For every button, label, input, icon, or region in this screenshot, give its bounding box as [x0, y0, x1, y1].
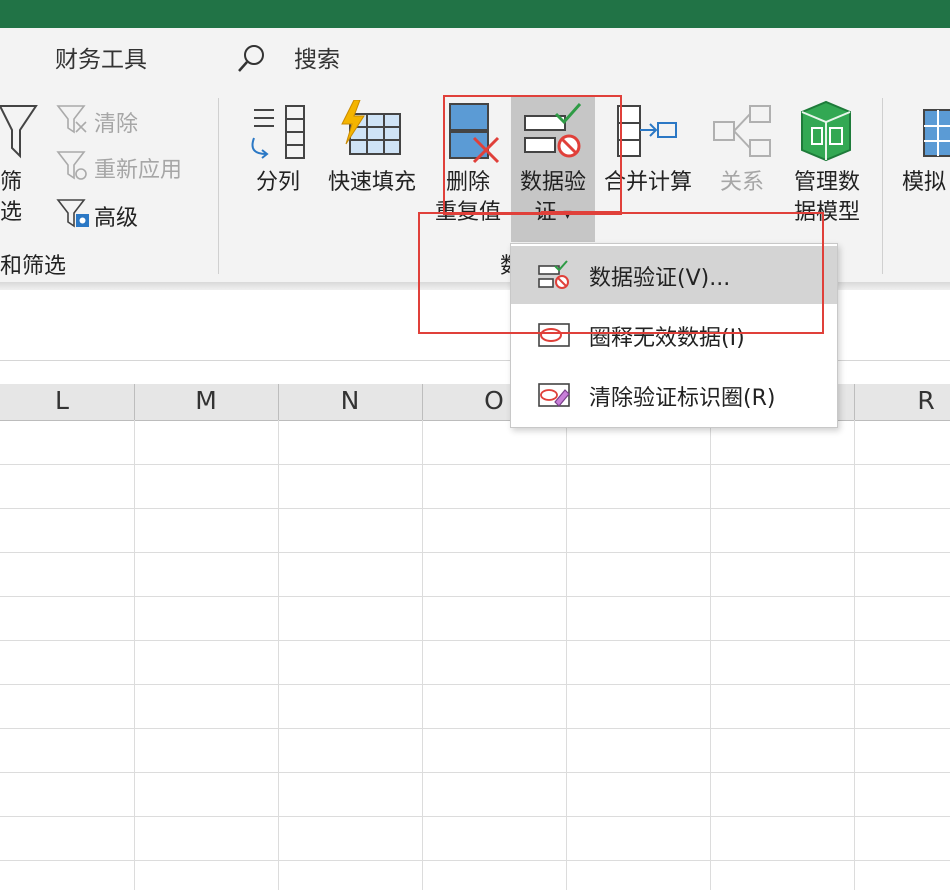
relationships-icon — [712, 104, 774, 160]
what-if-analysis-label[interactable]: 模拟 — [902, 168, 950, 198]
relationships-button[interactable]: 关系 — [700, 168, 784, 198]
sort-filter-group-label: 和筛选 — [0, 254, 67, 279]
grid-line — [134, 420, 135, 890]
search-icon[interactable] — [236, 42, 268, 74]
advanced-button[interactable]: 高级 — [94, 200, 138, 232]
highlight-box-menu — [418, 212, 824, 334]
grid-line — [0, 684, 950, 685]
clear-circles-icon — [537, 380, 571, 410]
grid-line — [566, 420, 567, 890]
data-model-label-1[interactable]: 管理数 — [782, 168, 872, 198]
clear-button[interactable]: 清除 — [94, 106, 138, 138]
grid-line — [422, 420, 423, 890]
consolidate-icon — [616, 104, 678, 160]
clear-filter-icon — [56, 104, 88, 134]
grid-line — [0, 816, 950, 817]
column-header-m[interactable]: M — [134, 386, 278, 415]
highlight-box-ribbon — [443, 95, 622, 215]
group-separator — [882, 98, 883, 274]
grid-line — [0, 464, 950, 465]
grid-line — [0, 596, 950, 597]
grid-line — [0, 728, 950, 729]
column-header-l[interactable]: L — [0, 386, 134, 415]
column-header-n[interactable]: N — [278, 386, 422, 415]
column-header-r[interactable]: R — [854, 386, 950, 415]
grid-line — [0, 772, 950, 773]
grid-line — [0, 552, 950, 553]
grid-line — [854, 420, 855, 890]
flash-fill-button[interactable]: 快速填充 — [320, 168, 424, 198]
grid-line — [0, 508, 950, 509]
reapply-icon — [56, 150, 88, 182]
what-if-analysis-icon — [922, 104, 950, 160]
filter-button-label[interactable]: 筛选 — [0, 168, 34, 228]
search-box[interactable]: 搜索 — [294, 40, 340, 74]
highlight-connector — [541, 211, 620, 213]
text-to-columns-button[interactable]: 分列 — [246, 168, 310, 198]
grid-line — [0, 860, 950, 861]
flash-fill-icon — [340, 99, 404, 160]
menu-item-clear-validation-circles[interactable]: 清除验证标识圈(R) — [511, 366, 837, 424]
group-separator — [218, 98, 219, 274]
menu-item-label: 清除验证标识圈(R) — [589, 386, 776, 411]
grid-line — [278, 420, 279, 890]
grid-line — [0, 640, 950, 641]
title-bar — [0, 0, 950, 28]
reapply-button[interactable]: 重新应用 — [94, 152, 182, 184]
data-model-icon — [796, 100, 856, 162]
advanced-filter-icon — [56, 198, 90, 230]
filter-icon[interactable] — [0, 104, 38, 160]
text-to-columns-icon — [246, 104, 308, 162]
tab-finance-tools[interactable]: 财务工具 — [55, 40, 147, 74]
grid-line — [710, 420, 711, 890]
